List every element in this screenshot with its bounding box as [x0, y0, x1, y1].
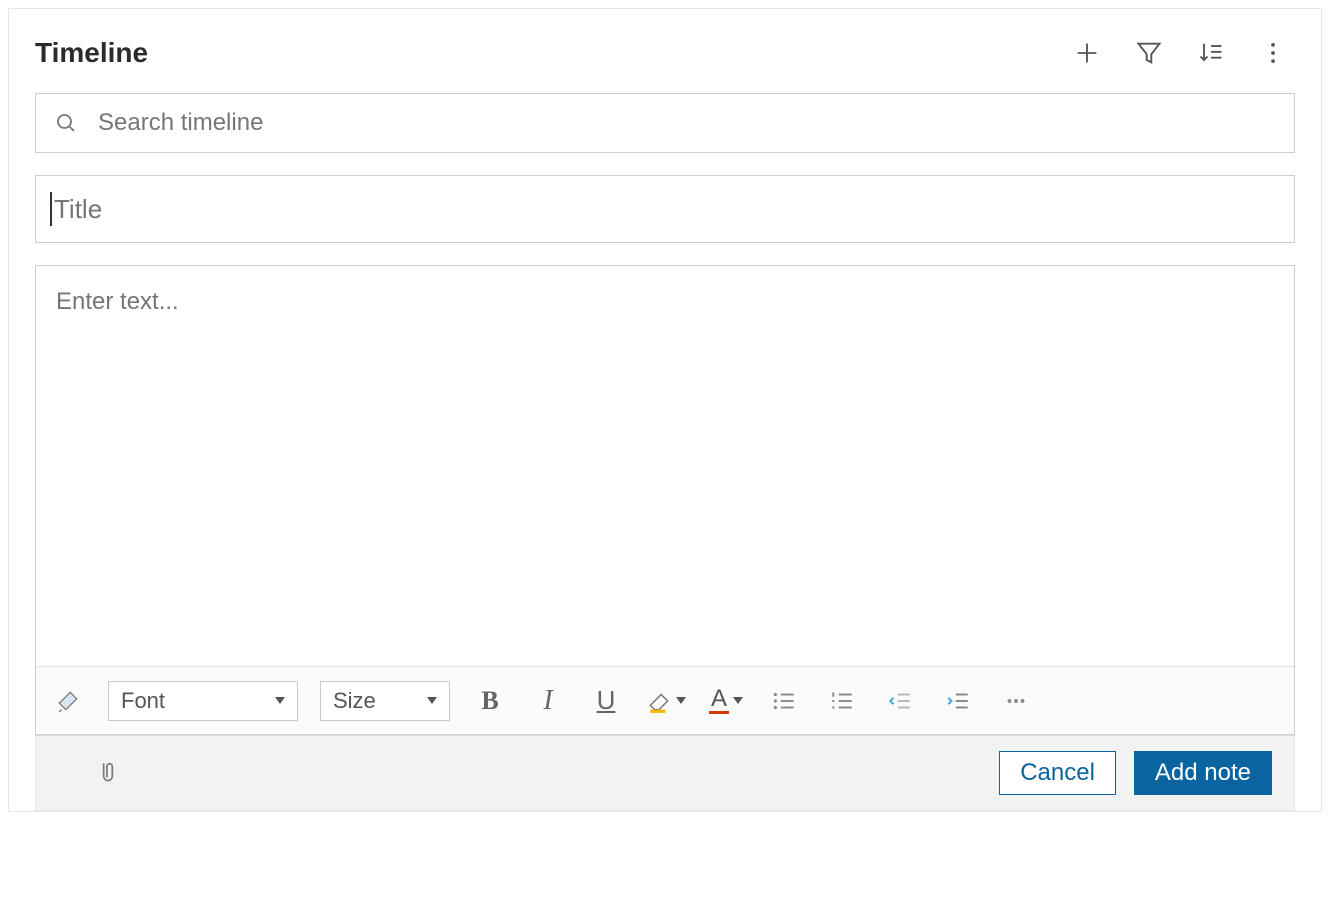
note-editor: Enter text... Font Size [35, 265, 1295, 735]
search-icon [54, 111, 78, 135]
add-record-button[interactable] [1065, 31, 1109, 75]
filter-button[interactable] [1127, 31, 1171, 75]
plus-icon [1073, 39, 1101, 67]
note-body-input[interactable]: Enter text... [36, 266, 1294, 666]
more-horizontal-icon [1003, 688, 1029, 714]
chevron-down-icon [733, 697, 743, 704]
add-note-button-label: Add note [1155, 759, 1251, 787]
increase-indent-icon [945, 688, 971, 714]
highlight-icon [646, 688, 672, 714]
sort-button[interactable] [1189, 31, 1233, 75]
font-family-select[interactable]: Font [108, 681, 298, 721]
bulleted-list-icon [771, 688, 797, 714]
decrease-indent-button[interactable] [882, 682, 918, 720]
bold-button[interactable]: B [472, 682, 508, 720]
cancel-button-label: Cancel [1020, 759, 1095, 787]
sort-icon [1197, 39, 1225, 67]
bold-icon: B [481, 686, 498, 716]
format-painter-button[interactable] [50, 682, 86, 720]
note-title-container [35, 175, 1295, 243]
font-size-label: Size [333, 688, 376, 714]
filter-icon [1135, 39, 1163, 67]
search-input[interactable] [96, 108, 1276, 138]
chevron-down-icon [275, 697, 285, 704]
italic-icon: I [543, 685, 552, 717]
note-body-placeholder: Enter text... [56, 288, 179, 315]
increase-indent-button[interactable] [940, 682, 976, 720]
chevron-down-icon [427, 697, 437, 704]
paperclip-icon [95, 760, 121, 786]
more-commands-button[interactable] [1251, 31, 1295, 75]
search-container [35, 93, 1295, 153]
add-note-button[interactable]: Add note [1134, 751, 1272, 795]
timeline-panel: Timeline [8, 8, 1322, 812]
underline-icon: U [597, 685, 616, 716]
bulleted-list-button[interactable] [766, 682, 802, 720]
font-color-icon: A [709, 687, 729, 714]
numbered-list-button[interactable] [824, 682, 860, 720]
font-size-select[interactable]: Size [320, 681, 450, 721]
cancel-button[interactable]: Cancel [999, 751, 1116, 795]
attach-file-button[interactable] [90, 754, 126, 792]
format-painter-icon [55, 688, 81, 714]
more-vertical-icon [1259, 39, 1287, 67]
italic-button[interactable]: I [530, 682, 566, 720]
text-highlight-button[interactable] [646, 682, 686, 720]
text-caret [50, 192, 52, 226]
more-format-button[interactable] [998, 682, 1034, 720]
chevron-down-icon [676, 697, 686, 704]
note-footer: Cancel Add note [35, 735, 1295, 811]
note-title-input[interactable] [50, 193, 1280, 226]
font-family-label: Font [121, 688, 165, 714]
format-toolbar: Font Size B I U [36, 666, 1294, 734]
timeline-header: Timeline [35, 31, 1295, 75]
font-color-button[interactable]: A [708, 682, 744, 720]
decrease-indent-icon [887, 688, 913, 714]
timeline-title: Timeline [35, 37, 148, 69]
underline-button[interactable]: U [588, 682, 624, 720]
numbered-list-icon [829, 688, 855, 714]
